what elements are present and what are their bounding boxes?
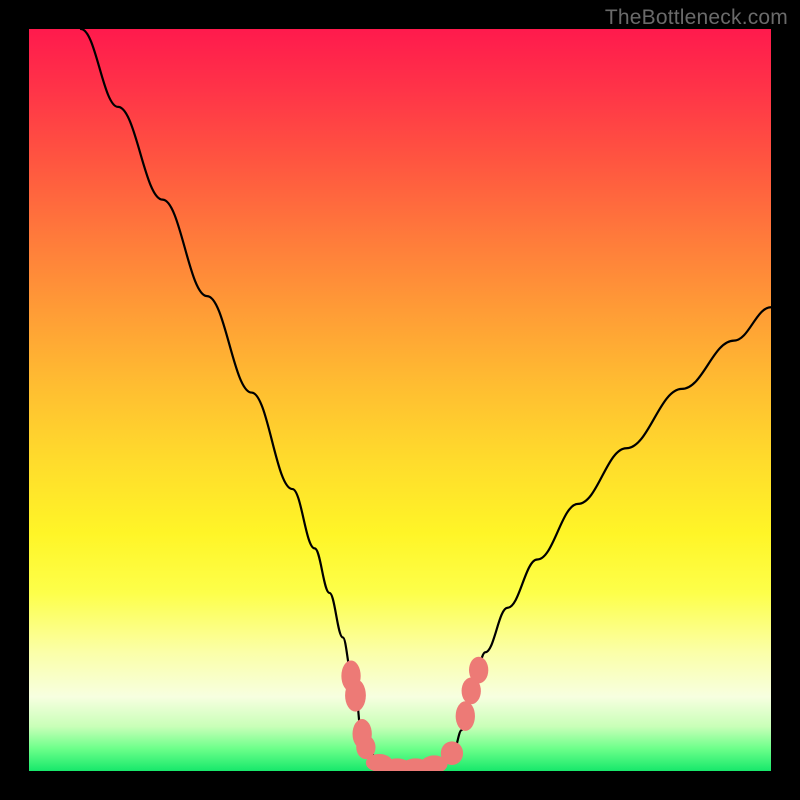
curve-layer — [81, 29, 771, 769]
chart-svg — [29, 29, 771, 771]
watermark-text: TheBottleneck.com — [605, 6, 788, 30]
valley-marker — [345, 679, 366, 712]
markers-layer — [341, 657, 488, 771]
chart-frame: TheBottleneck.com — [0, 0, 800, 800]
chart-plot-area — [29, 29, 771, 771]
bottleneck-curve — [81, 29, 771, 769]
valley-marker — [441, 741, 463, 765]
valley-marker — [456, 701, 475, 731]
valley-marker — [469, 657, 488, 684]
